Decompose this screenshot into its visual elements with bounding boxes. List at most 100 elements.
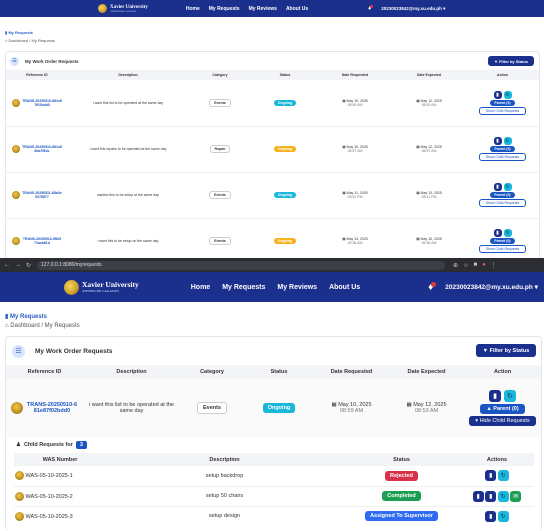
category-cell: Events <box>188 80 252 126</box>
profile-icon[interactable]: ● <box>482 262 486 268</box>
show-child-button[interactable]: Show Child Requests <box>478 245 527 253</box>
child-header-row: WAS Number Description Status Actions <box>14 453 534 466</box>
hide-child-button[interactable]: ▾ Hide Child Requests <box>469 416 536 426</box>
trash-icon[interactable]: ▮ <box>485 510 497 522</box>
brand-logo[interactable]: Xavier University ATENEO DE CAGAYAN <box>98 4 148 13</box>
show-child-button[interactable]: Show Child Requests <box>478 199 527 207</box>
filter-status-button[interactable]: ▼ Filter by Status <box>488 56 534 66</box>
filter-icon: ▼ <box>494 58 498 64</box>
child-description: setup backdrop <box>205 472 244 479</box>
trash-icon[interactable]: ▮ <box>472 490 484 502</box>
nav-my-requests[interactable]: My Requests <box>222 284 265 291</box>
filter-label: Filter by Status <box>489 347 530 354</box>
breadcrumb-dashboard[interactable]: Dashboard <box>9 38 29 43</box>
refresh-icon[interactable]: ↻ <box>497 470 509 482</box>
parent-label: Parent (0) <box>494 239 511 243</box>
show-child-label: Show Child Requests <box>485 201 520 205</box>
reference-link[interactable]: TRANS-20250510-681e87f02bdd0 <box>22 99 62 107</box>
nav-my-reviews[interactable]: My Reviews <box>249 6 277 12</box>
reference-link[interactable]: TRANS-20250510-681e87f02bdd0 <box>26 402 78 414</box>
trash-icon[interactable]: ▮ <box>485 470 497 482</box>
user-email: 20230023842@my.xu.edu.ph <box>445 284 533 291</box>
status-badge: Ongoing <box>262 403 296 413</box>
filter-status-button[interactable]: ▼ Filter by Status <box>476 344 536 357</box>
nav-about[interactable]: About Us <box>286 6 308 12</box>
refresh-icon[interactable]: ↻ <box>503 183 512 191</box>
star-icon[interactable]: ☆ <box>463 262 468 269</box>
calendar-icon: ▦ <box>406 402 412 408</box>
col-date-requested: Date Requested <box>314 365 389 379</box>
table-row: TRANS-20250510-681e86ba7f6dc i want this … <box>6 126 539 172</box>
description-cell: i want this repairs to be operated at th… <box>89 147 167 151</box>
child-status-cell: Assigned To Supervisor <box>343 506 460 526</box>
file-icon: ▮ <box>5 30 8 35</box>
top-navbar: Xavier University ATENEO DE CAGAYAN Home… <box>0 0 544 17</box>
show-child-button[interactable]: Show Child Requests <box>478 153 527 161</box>
nav-my-requests[interactable]: My Requests <box>209 6 240 12</box>
parent-button[interactable]: Parent (0) <box>490 238 515 244</box>
nav-home[interactable]: Home <box>191 284 210 291</box>
date-requested-cell: ▦ May 10, 2025 08:59 AM <box>318 80 392 126</box>
breadcrumb-sep: / <box>29 38 31 43</box>
forward-arrow-icon[interactable]: → <box>15 262 21 268</box>
main-navbar: Xavier University ATENEO DE CAGAYAN Home… <box>0 272 544 302</box>
extension-icon[interactable]: ■ <box>473 262 477 268</box>
parent-button[interactable]: Parent (0) <box>490 192 515 198</box>
bell-icon[interactable]: ♦ <box>368 4 374 12</box>
date-expected-cell: ▦ May 12, 2025 08:53 AM <box>389 379 464 437</box>
parent-button[interactable]: Parent (0) <box>490 146 515 152</box>
url-text: 127.0.0.1:8080/myrequests <box>41 262 102 268</box>
back-arrow-icon[interactable]: ← <box>4 262 10 268</box>
view-icon[interactable]: ▮ <box>485 490 497 502</box>
col-child-description: Description <box>106 453 343 466</box>
refresh-icon[interactable]: ↻ <box>503 229 512 237</box>
user-menu[interactable]: 20230023842@my.xu.edu.ph ▾ <box>445 283 538 291</box>
brand-logo-main[interactable]: Xavier University ATENEO DE CAGAYAN <box>64 279 139 295</box>
refresh-icon[interactable]: ↻ <box>503 90 512 99</box>
refresh-icon[interactable]: ↻ <box>503 137 512 145</box>
nav-home[interactable]: Home <box>186 6 200 12</box>
breadcrumb-current: My Requests <box>31 38 55 43</box>
show-child-button[interactable]: Show Child Requests <box>478 106 527 115</box>
zoom-icon[interactable]: ⊕ <box>453 262 458 269</box>
requests-table-top: Reference ID Description Category Status… <box>6 70 539 265</box>
reload-icon[interactable]: ↻ <box>26 262 31 269</box>
date-requested-cell: ▦ May 11, 2025 08:42 PM <box>318 172 392 218</box>
breadcrumb-dashboard[interactable]: Dashboard <box>10 323 39 329</box>
parent-button[interactable]: ▲ Parent (0) <box>480 404 525 414</box>
address-bar[interactable]: 127.0.0.1:8080/myrequests <box>37 260 446 270</box>
action-cell: ▮ ↻ Parent (0) Show Child Requests <box>466 172 539 218</box>
requester-avatar <box>12 237 20 245</box>
status-badge: Ongoing <box>273 192 297 198</box>
refresh-icon[interactable]: ↻ <box>504 390 516 402</box>
refresh-icon[interactable]: ↻ <box>497 490 509 502</box>
user-menu[interactable]: 20230023842@my.xu.edu.ph ▾ <box>381 6 445 12</box>
trash-icon[interactable]: ▮ <box>493 90 502 99</box>
trash-icon[interactable]: ▮ <box>493 229 502 237</box>
nav-about[interactable]: About Us <box>329 284 360 291</box>
nav-my-reviews[interactable]: My Reviews <box>277 284 317 291</box>
category-pill: Events <box>209 237 231 245</box>
bell-icon[interactable]: ♦ <box>428 281 437 293</box>
refresh-icon[interactable]: ↻ <box>497 510 509 522</box>
child-row: WAS-05-10-2025-2 setup 50 chairs Complet… <box>14 486 534 506</box>
brand-name: Xavier University <box>82 280 139 290</box>
table-header-row: Reference ID Description Category Status… <box>6 70 539 80</box>
reference-link[interactable]: TRANS-20250511-68d4e5375877 <box>22 191 62 199</box>
chat-icon[interactable]: ✉ <box>510 490 522 502</box>
reference-link[interactable]: TRANS-20250513-5f82f71aea61d <box>22 237 62 245</box>
file-icon: ▮ <box>5 314 9 320</box>
trash-icon[interactable]: ▮ <box>489 390 501 402</box>
reference-link[interactable]: TRANS-20250510-681e86ba7f6dc <box>22 145 62 153</box>
menu-icon[interactable]: ⋮ <box>491 262 497 269</box>
trash-icon[interactable]: ▮ <box>493 137 502 145</box>
user-email: 20230023842@my.xu.edu.ph <box>381 5 442 11</box>
parent-button[interactable]: Parent (0) <box>490 99 515 106</box>
req-time: 08:59 AM <box>347 102 363 107</box>
parent-label: Parent (0) <box>494 193 511 197</box>
child-row: WAS-05-10-2025-1 setup backdrop Rejected… <box>14 466 534 486</box>
calendar-icon: ▦ <box>416 98 420 103</box>
date-requested-cell: ▦ May 10, 2025 08:59 AM <box>314 379 389 437</box>
breadcrumb-top: ▮ My Requests ⌂ Dashboard / My Requests <box>5 30 55 43</box>
trash-icon[interactable]: ▮ <box>493 183 502 191</box>
